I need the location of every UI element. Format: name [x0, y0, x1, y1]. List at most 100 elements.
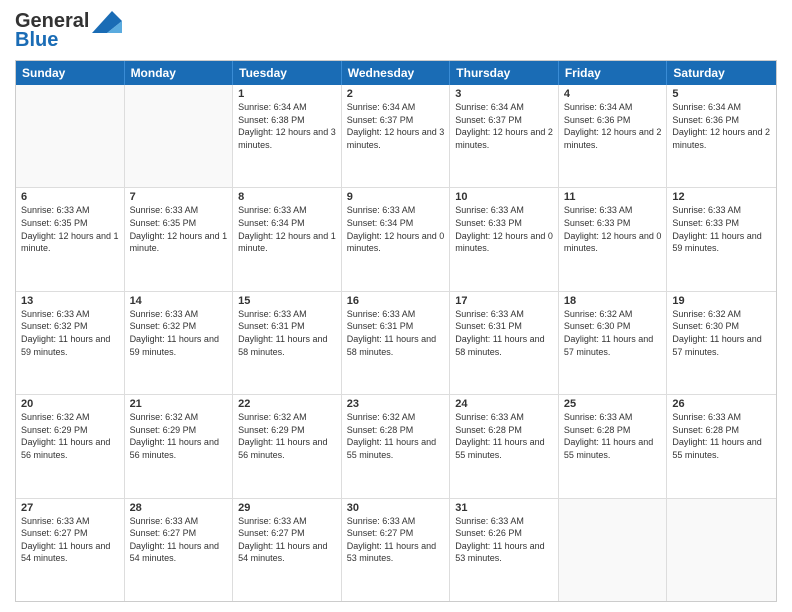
- day-number: 10: [455, 191, 553, 203]
- day-cell-24: 24Sunrise: 6:33 AMSunset: 6:28 PMDayligh…: [450, 395, 559, 497]
- day-cell-16: 16Sunrise: 6:33 AMSunset: 6:31 PMDayligh…: [342, 292, 451, 394]
- day-number: 30: [347, 502, 445, 514]
- cell-info: Sunrise: 6:34 AMSunset: 6:36 PMDaylight:…: [564, 101, 662, 151]
- day-number: 4: [564, 88, 662, 100]
- cell-info: Sunrise: 6:34 AMSunset: 6:37 PMDaylight:…: [347, 101, 445, 151]
- cell-info: Sunrise: 6:33 AMSunset: 6:33 PMDaylight:…: [672, 204, 771, 254]
- cell-info: Sunrise: 6:33 AMSunset: 6:35 PMDaylight:…: [21, 204, 119, 254]
- cell-info: Sunrise: 6:33 AMSunset: 6:28 PMDaylight:…: [455, 411, 553, 461]
- day-cell-26: 26Sunrise: 6:33 AMSunset: 6:28 PMDayligh…: [667, 395, 776, 497]
- cell-info: Sunrise: 6:33 AMSunset: 6:32 PMDaylight:…: [130, 308, 228, 358]
- day-number: 26: [672, 398, 771, 410]
- day-cell-7: 7Sunrise: 6:33 AMSunset: 6:35 PMDaylight…: [125, 188, 234, 290]
- day-cell-12: 12Sunrise: 6:33 AMSunset: 6:33 PMDayligh…: [667, 188, 776, 290]
- day-cell-31: 31Sunrise: 6:33 AMSunset: 6:26 PMDayligh…: [450, 499, 559, 601]
- day-cell-14: 14Sunrise: 6:33 AMSunset: 6:32 PMDayligh…: [125, 292, 234, 394]
- week-row-4: 20Sunrise: 6:32 AMSunset: 6:29 PMDayligh…: [16, 394, 776, 497]
- day-header-saturday: Saturday: [667, 61, 776, 85]
- header: General Blue: [15, 10, 777, 52]
- week-row-1: 1Sunrise: 6:34 AMSunset: 6:38 PMDaylight…: [16, 85, 776, 187]
- day-cell-25: 25Sunrise: 6:33 AMSunset: 6:28 PMDayligh…: [559, 395, 668, 497]
- day-number: 23: [347, 398, 445, 410]
- cell-info: Sunrise: 6:33 AMSunset: 6:31 PMDaylight:…: [455, 308, 553, 358]
- day-number: 8: [238, 191, 336, 203]
- day-number: 6: [21, 191, 119, 203]
- day-header-tuesday: Tuesday: [233, 61, 342, 85]
- cell-info: Sunrise: 6:34 AMSunset: 6:38 PMDaylight:…: [238, 101, 336, 151]
- day-cell-23: 23Sunrise: 6:32 AMSunset: 6:28 PMDayligh…: [342, 395, 451, 497]
- day-cell-27: 27Sunrise: 6:33 AMSunset: 6:27 PMDayligh…: [16, 499, 125, 601]
- cell-info: Sunrise: 6:33 AMSunset: 6:27 PMDaylight:…: [238, 515, 336, 565]
- cell-info: Sunrise: 6:33 AMSunset: 6:31 PMDaylight:…: [347, 308, 445, 358]
- cell-info: Sunrise: 6:33 AMSunset: 6:34 PMDaylight:…: [238, 204, 336, 254]
- day-number: 13: [21, 295, 119, 307]
- day-number: 1: [238, 88, 336, 100]
- cell-info: Sunrise: 6:32 AMSunset: 6:28 PMDaylight:…: [347, 411, 445, 461]
- day-number: 18: [564, 295, 662, 307]
- cell-info: Sunrise: 6:34 AMSunset: 6:36 PMDaylight:…: [672, 101, 771, 151]
- day-cell-21: 21Sunrise: 6:32 AMSunset: 6:29 PMDayligh…: [125, 395, 234, 497]
- day-cell-11: 11Sunrise: 6:33 AMSunset: 6:33 PMDayligh…: [559, 188, 668, 290]
- day-cell-22: 22Sunrise: 6:32 AMSunset: 6:29 PMDayligh…: [233, 395, 342, 497]
- cell-info: Sunrise: 6:34 AMSunset: 6:37 PMDaylight:…: [455, 101, 553, 151]
- cell-info: Sunrise: 6:32 AMSunset: 6:29 PMDaylight:…: [21, 411, 119, 461]
- day-number: 27: [21, 502, 119, 514]
- day-cell-29: 29Sunrise: 6:33 AMSunset: 6:27 PMDayligh…: [233, 499, 342, 601]
- day-header-sunday: Sunday: [16, 61, 125, 85]
- day-number: 22: [238, 398, 336, 410]
- cell-info: Sunrise: 6:33 AMSunset: 6:34 PMDaylight:…: [347, 204, 445, 254]
- calendar-body: 1Sunrise: 6:34 AMSunset: 6:38 PMDaylight…: [16, 85, 776, 601]
- day-number: 5: [672, 88, 771, 100]
- empty-cell: [125, 85, 234, 187]
- day-number: 15: [238, 295, 336, 307]
- cell-info: Sunrise: 6:33 AMSunset: 6:27 PMDaylight:…: [347, 515, 445, 565]
- cell-info: Sunrise: 6:33 AMSunset: 6:33 PMDaylight:…: [564, 204, 662, 254]
- day-cell-8: 8Sunrise: 6:33 AMSunset: 6:34 PMDaylight…: [233, 188, 342, 290]
- day-number: 14: [130, 295, 228, 307]
- day-header-monday: Monday: [125, 61, 234, 85]
- logo-blue-text: Blue: [15, 29, 58, 52]
- day-cell-5: 5Sunrise: 6:34 AMSunset: 6:36 PMDaylight…: [667, 85, 776, 187]
- day-number: 11: [564, 191, 662, 203]
- cell-info: Sunrise: 6:33 AMSunset: 6:33 PMDaylight:…: [455, 204, 553, 254]
- day-cell-3: 3Sunrise: 6:34 AMSunset: 6:37 PMDaylight…: [450, 85, 559, 187]
- day-number: 24: [455, 398, 553, 410]
- day-number: 9: [347, 191, 445, 203]
- day-header-friday: Friday: [559, 61, 668, 85]
- day-number: 21: [130, 398, 228, 410]
- day-cell-13: 13Sunrise: 6:33 AMSunset: 6:32 PMDayligh…: [16, 292, 125, 394]
- calendar-header: SundayMondayTuesdayWednesdayThursdayFrid…: [16, 61, 776, 85]
- empty-cell: [16, 85, 125, 187]
- cell-info: Sunrise: 6:33 AMSunset: 6:27 PMDaylight:…: [130, 515, 228, 565]
- day-cell-2: 2Sunrise: 6:34 AMSunset: 6:37 PMDaylight…: [342, 85, 451, 187]
- cell-info: Sunrise: 6:33 AMSunset: 6:28 PMDaylight:…: [564, 411, 662, 461]
- empty-cell: [667, 499, 776, 601]
- cell-info: Sunrise: 6:32 AMSunset: 6:29 PMDaylight:…: [238, 411, 336, 461]
- day-cell-4: 4Sunrise: 6:34 AMSunset: 6:36 PMDaylight…: [559, 85, 668, 187]
- cell-info: Sunrise: 6:32 AMSunset: 6:29 PMDaylight:…: [130, 411, 228, 461]
- day-cell-6: 6Sunrise: 6:33 AMSunset: 6:35 PMDaylight…: [16, 188, 125, 290]
- logo: General Blue: [15, 10, 122, 52]
- cell-info: Sunrise: 6:32 AMSunset: 6:30 PMDaylight:…: [564, 308, 662, 358]
- day-cell-28: 28Sunrise: 6:33 AMSunset: 6:27 PMDayligh…: [125, 499, 234, 601]
- week-row-3: 13Sunrise: 6:33 AMSunset: 6:32 PMDayligh…: [16, 291, 776, 394]
- logo-icon: [92, 11, 122, 33]
- cell-info: Sunrise: 6:33 AMSunset: 6:28 PMDaylight:…: [672, 411, 771, 461]
- day-cell-15: 15Sunrise: 6:33 AMSunset: 6:31 PMDayligh…: [233, 292, 342, 394]
- day-cell-20: 20Sunrise: 6:32 AMSunset: 6:29 PMDayligh…: [16, 395, 125, 497]
- day-number: 19: [672, 295, 771, 307]
- day-header-wednesday: Wednesday: [342, 61, 451, 85]
- cell-info: Sunrise: 6:32 AMSunset: 6:30 PMDaylight:…: [672, 308, 771, 358]
- day-number: 2: [347, 88, 445, 100]
- cell-info: Sunrise: 6:33 AMSunset: 6:32 PMDaylight:…: [21, 308, 119, 358]
- week-row-5: 27 Sunrise: 6:33 AMSunset: 6:27 PMDayligh…: [16, 498, 776, 601]
- day-number: 16: [347, 295, 445, 307]
- day-number: 17: [455, 295, 553, 307]
- day-number: 29: [238, 502, 336, 514]
- day-cell-18: 18Sunrise: 6:32 AMSunset: 6:30 PMDayligh…: [559, 292, 668, 394]
- day-cell-30: 30Sunrise: 6:33 AMSunset: 6:27 PMDayligh…: [342, 499, 451, 601]
- cell-info: Sunrise: 6:33 AMSunset: 6:26 PMDaylight:…: [455, 515, 553, 565]
- empty-cell: [559, 499, 668, 601]
- day-cell-9: 9Sunrise: 6:33 AMSunset: 6:34 PMDaylight…: [342, 188, 451, 290]
- calendar: SundayMondayTuesdayWednesdayThursdayFrid…: [15, 60, 777, 602]
